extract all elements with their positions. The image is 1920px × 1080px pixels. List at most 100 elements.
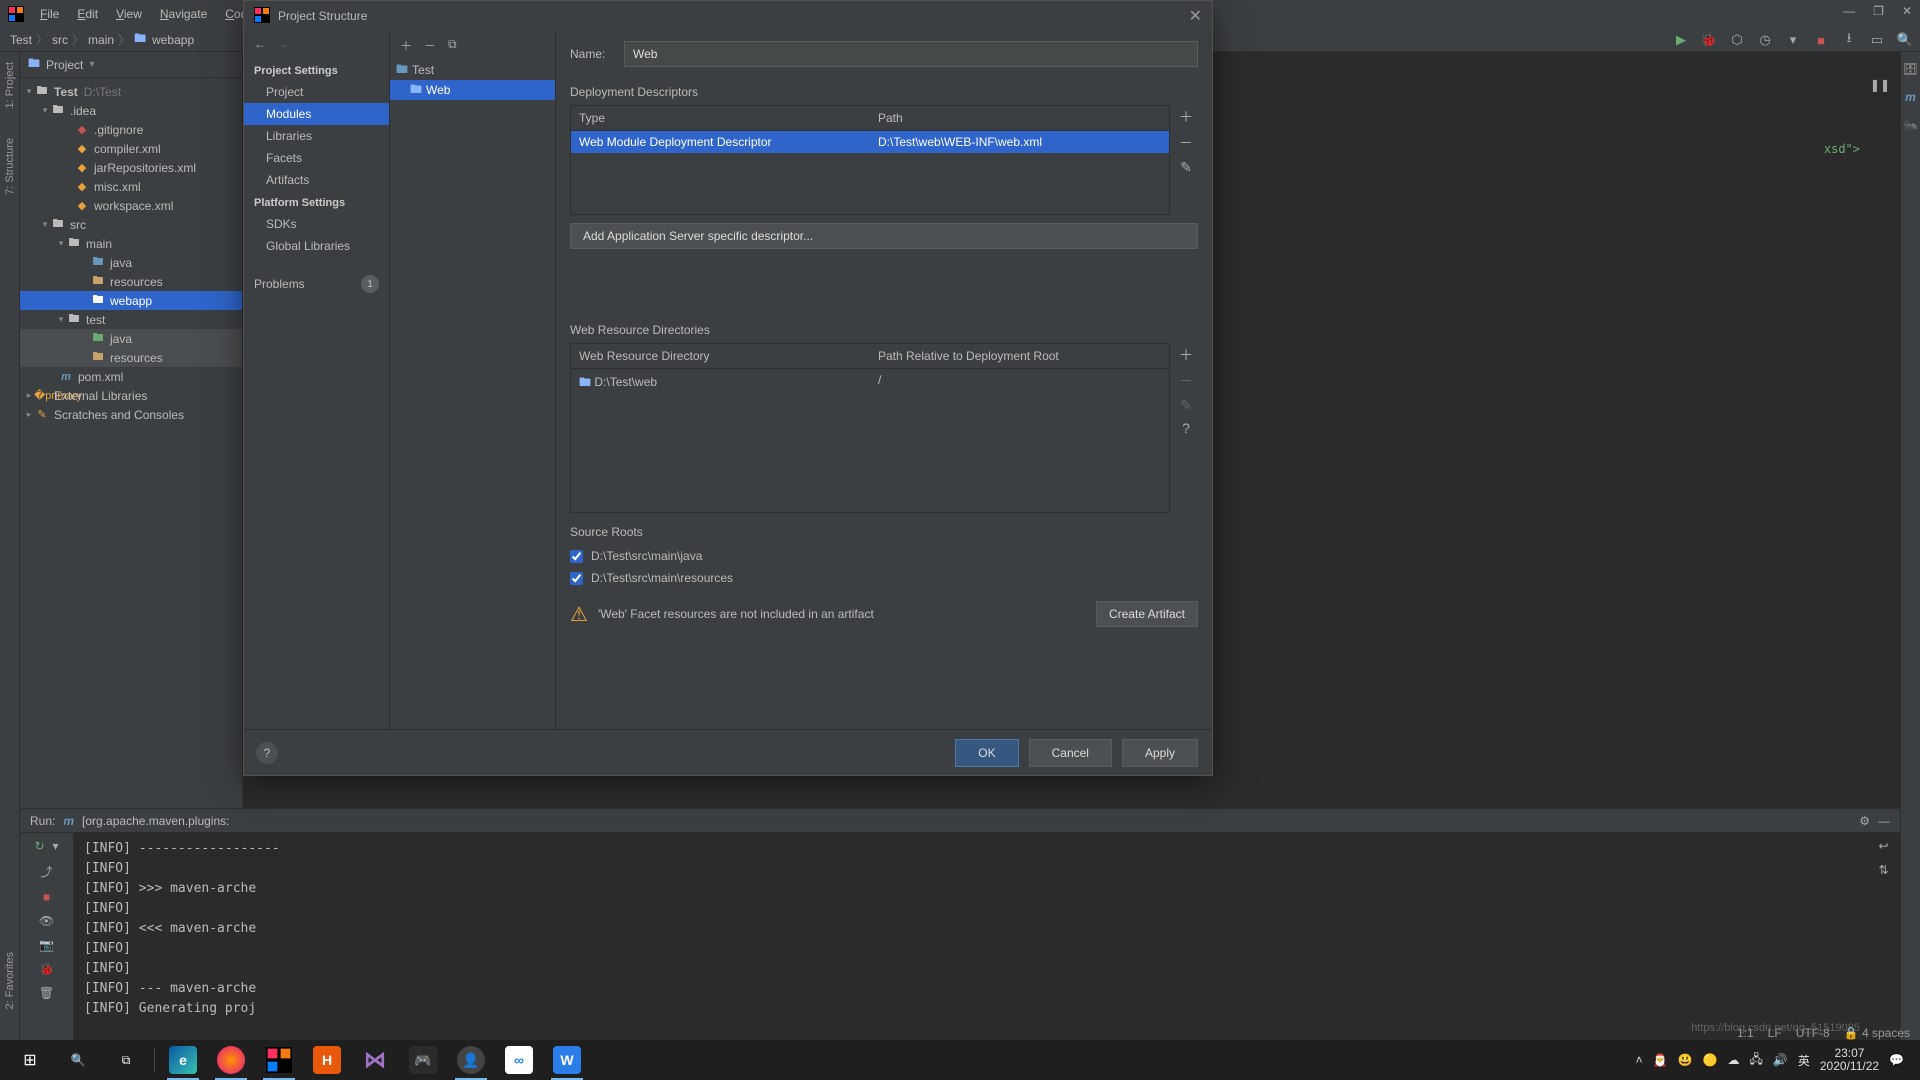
- remove-icon[interactable]: －: [1179, 371, 1193, 391]
- coverage-icon[interactable]: ⬡: [1728, 32, 1746, 48]
- run-output[interactable]: [INFO] ------------------ [INFO] [INFO] …: [74, 833, 1866, 1058]
- menu-edit[interactable]: Edit: [69, 4, 106, 24]
- tray-cloud-icon[interactable]: ☁: [1728, 1053, 1740, 1067]
- source-root-checkbox[interactable]: [570, 550, 583, 563]
- taskbar-firefox[interactable]: [207, 1040, 255, 1080]
- tree-node[interactable]: java: [110, 256, 132, 270]
- sidebar-item-sdks[interactable]: SDKs: [244, 213, 389, 235]
- taskbar-wps[interactable]: W: [543, 1040, 591, 1080]
- edit-icon[interactable]: ✎: [1180, 159, 1192, 176]
- sidebar-item-problems[interactable]: Problems 1: [244, 269, 389, 299]
- maximize-icon[interactable]: ❐: [1873, 4, 1884, 18]
- tray-icon[interactable]: 🎅: [1653, 1053, 1668, 1067]
- minimize-icon[interactable]: —: [1843, 4, 1855, 18]
- copy-icon[interactable]: ⧉: [448, 37, 457, 54]
- module-tree-node[interactable]: Test: [412, 63, 434, 77]
- bug-icon[interactable]: 🐞: [39, 962, 54, 976]
- tree-node[interactable]: workspace.xml: [94, 199, 173, 213]
- tree-node[interactable]: External Libraries: [54, 389, 147, 403]
- tray-volume-icon[interactable]: 🔊: [1773, 1053, 1788, 1067]
- show-icon[interactable]: 👁: [39, 914, 54, 928]
- tray-chevron-up-icon[interactable]: ˄: [1636, 1053, 1643, 1067]
- add-icon[interactable]: ＋: [400, 37, 412, 54]
- module-tree-node-selected[interactable]: Web: [426, 83, 450, 97]
- deployment-descriptors-table[interactable]: TypePath Web Module Deployment Descripto…: [570, 105, 1170, 215]
- taskbar-intellij[interactable]: [255, 1040, 303, 1080]
- facet-name-input[interactable]: [624, 41, 1198, 67]
- camera-icon[interactable]: 📷: [39, 938, 54, 952]
- add-icon[interactable]: ＋: [1179, 345, 1193, 365]
- breadcrumb-item[interactable]: main: [88, 33, 114, 47]
- maven-icon[interactable]: m: [1905, 90, 1916, 104]
- add-descriptor-button[interactable]: Add Application Server specific descript…: [570, 223, 1198, 249]
- table-cell[interactable]: 🖿 D:\Test\web: [571, 369, 870, 398]
- menu-view[interactable]: View: [108, 4, 150, 24]
- tree-node[interactable]: test: [86, 313, 105, 327]
- tray-network-icon[interactable]: 🖧: [1750, 1050, 1763, 1071]
- debug-icon[interactable]: 🐞: [1700, 32, 1718, 48]
- search-icon[interactable]: 🔍: [1896, 32, 1914, 48]
- tree-node[interactable]: jarRepositories.xml: [94, 161, 196, 175]
- table-cell[interactable]: Web Module Deployment Descriptor: [571, 131, 870, 153]
- remove-icon[interactable]: －: [1179, 133, 1193, 153]
- tray-clock[interactable]: 23:072020/11/22: [1820, 1047, 1879, 1073]
- taskbar-app[interactable]: ∞: [495, 1040, 543, 1080]
- scroll-icon[interactable]: ⇅: [1878, 863, 1888, 877]
- forward-icon[interactable]: →: [276, 37, 288, 55]
- close-icon[interactable]: ✕: [1189, 6, 1202, 26]
- taskbar-edge[interactable]: e: [159, 1040, 207, 1080]
- apply-button[interactable]: Apply: [1122, 739, 1198, 767]
- stop-icon[interactable]: ■: [43, 890, 50, 904]
- create-artifact-button[interactable]: Create Artifact: [1096, 601, 1198, 627]
- tray-notifications-icon[interactable]: 💬: [1889, 1053, 1904, 1067]
- chevron-down-icon[interactable]: ▾: [89, 59, 94, 70]
- update-icon[interactable]: ⭳: [1840, 29, 1858, 51]
- task-view-button[interactable]: ⧉: [102, 1040, 150, 1080]
- tree-node[interactable]: src: [70, 218, 86, 232]
- taskbar-visual-studio[interactable]: ⋈: [351, 1040, 399, 1080]
- soft-wrap-icon[interactable]: ↩: [1878, 839, 1888, 853]
- tree-node-selected[interactable]: webapp: [110, 294, 152, 308]
- help-button[interactable]: ?: [256, 742, 278, 764]
- tree-node[interactable]: resources: [110, 351, 163, 365]
- taskbar-app[interactable]: 🎮: [399, 1040, 447, 1080]
- search-button[interactable]: 🔍: [54, 1040, 102, 1080]
- tab-favorites-tool[interactable]: 2: Favorites: [3, 946, 17, 1015]
- chevron-down-icon[interactable]: ▾: [53, 839, 59, 853]
- sidebar-item-modules[interactable]: Modules: [244, 103, 389, 125]
- tree-node[interactable]: compiler.xml: [94, 142, 161, 156]
- sidebar-item-artifacts[interactable]: Artifacts: [244, 169, 389, 191]
- cancel-button[interactable]: Cancel: [1029, 739, 1112, 767]
- minimize-icon[interactable]: —: [1878, 814, 1890, 828]
- help-icon[interactable]: ?: [1182, 420, 1190, 436]
- profile-icon[interactable]: ◷: [1756, 32, 1774, 48]
- dropdown-icon[interactable]: ▾: [1784, 32, 1802, 48]
- menu-file[interactable]: FFileile: [32, 4, 67, 24]
- tree-node[interactable]: .idea: [70, 104, 96, 118]
- breadcrumb-item[interactable]: src: [52, 33, 68, 47]
- sidebar-item-global-libraries[interactable]: Global Libraries: [244, 235, 389, 257]
- breadcrumb-item[interactable]: webapp: [152, 33, 194, 47]
- tree-node[interactable]: Scratches and Consoles: [54, 408, 184, 422]
- sidebar-item-facets[interactable]: Facets: [244, 147, 389, 169]
- back-icon[interactable]: ←: [254, 37, 266, 55]
- remove-icon[interactable]: －: [424, 37, 436, 54]
- module-tree[interactable]: ＋ － ⧉ 🖿Test 🖿Web: [390, 31, 556, 729]
- database-icon[interactable]: 🗄: [1903, 62, 1918, 76]
- tray-icon[interactable]: 😃: [1678, 1053, 1693, 1067]
- tree-node[interactable]: java: [110, 332, 132, 346]
- start-button[interactable]: ⊞: [6, 1040, 54, 1080]
- tab-structure-tool[interactable]: 7: Structure: [3, 132, 17, 201]
- tab-project-tool[interactable]: 1: Project: [3, 56, 17, 114]
- tree-root[interactable]: Test: [54, 85, 78, 99]
- breadcrumb-item[interactable]: Test: [10, 33, 32, 47]
- tray-icon[interactable]: 🟡: [1703, 1053, 1718, 1067]
- ok-button[interactable]: OK: [955, 739, 1018, 767]
- sidebar-item-libraries[interactable]: Libraries: [244, 125, 389, 147]
- ant-icon[interactable]: 🐜: [1903, 118, 1918, 132]
- add-icon[interactable]: ＋: [1179, 107, 1193, 127]
- source-root-checkbox[interactable]: [570, 572, 583, 585]
- sidebar-item-project[interactable]: Project: [244, 81, 389, 103]
- close-icon[interactable]: ✕: [1902, 4, 1912, 18]
- pause-icon[interactable]: ❚❚: [1870, 78, 1890, 92]
